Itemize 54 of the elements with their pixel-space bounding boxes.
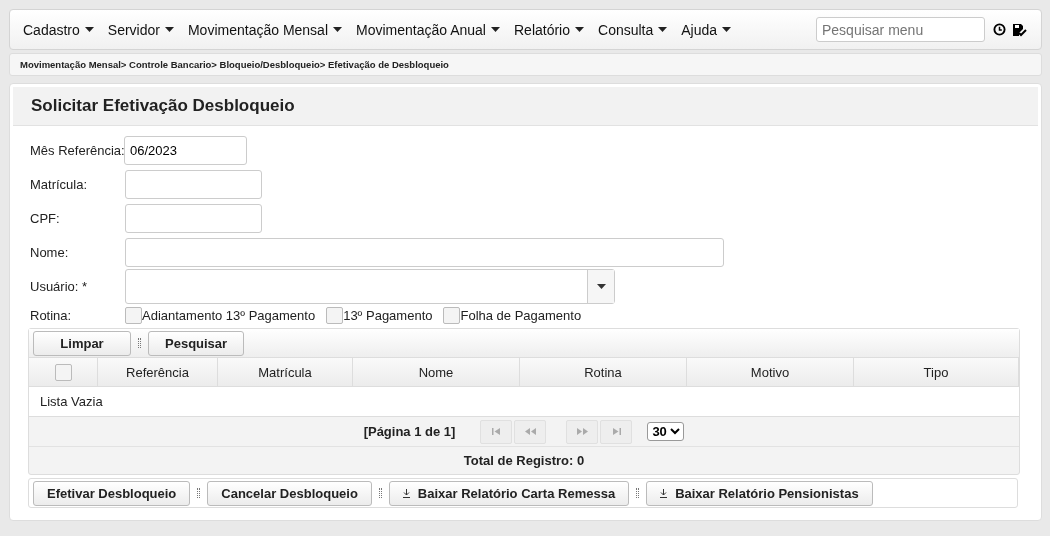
action-button[interactable]: Baixar Relatório Carta Remessa	[388, 480, 630, 506]
caret-icon	[333, 27, 342, 32]
checkbox[interactable]	[125, 306, 142, 324]
caret-icon	[84, 27, 94, 32]
caret-icon	[722, 27, 732, 32]
toolbar-button[interactable]: Pesquisar	[148, 330, 245, 356]
last-page-icon	[611, 428, 621, 435]
caret-icon	[596, 283, 606, 289]
action-button[interactable]: Cancelar Desbloqueio	[207, 480, 372, 506]
download-icon	[402, 488, 410, 498]
caret-icon	[491, 27, 500, 32]
checkbox-label: Adiantamento 13º Pagamento	[142, 307, 316, 323]
download-icon	[660, 488, 668, 498]
menu-item[interactable]: Relatório	[511, 21, 587, 38]
input-field[interactable]	[125, 203, 262, 233]
page-title: Solicitar Efetivação Desbloqueio	[31, 96, 295, 116]
menu-item[interactable]: Movimentação Anual	[353, 21, 503, 38]
menu-item[interactable]: Movimentação Mensal	[184, 21, 345, 38]
page-size-select[interactable]: 30	[647, 422, 685, 441]
record-total: Total de Registro: 0	[463, 453, 585, 468]
menu-item[interactable]: Cadastro	[20, 21, 97, 38]
action-button[interactable]: Baixar Relatório Pensionistas	[646, 480, 873, 506]
next-page-icon	[576, 428, 588, 435]
input-field[interactable]	[125, 237, 724, 267]
empty-message: Lista Vazia	[40, 394, 103, 409]
menu-item[interactable]: Consulta	[595, 21, 671, 38]
breadcrumb: Movimentação Mensal> Controle Bancario> Bloqueio/Desbloqueio> Efetivação de Desbloqueio	[20, 59, 449, 70]
page-indicator: [Página 1 de 1]	[363, 424, 456, 439]
menu-item[interactable]: Ajuda	[678, 21, 735, 38]
previous-page-icon	[524, 428, 536, 435]
checkbox[interactable]	[326, 306, 344, 324]
dropdown-field[interactable]	[125, 268, 615, 304]
search-field[interactable]: Pesquisar menu	[816, 17, 985, 42]
clock-icon[interactable]	[993, 23, 1006, 36]
select-all-checkbox[interactable]	[54, 363, 72, 381]
field-label: Usuário: *	[30, 278, 89, 294]
field-label: Matrícula:	[30, 176, 89, 192]
caret-icon	[575, 27, 584, 32]
field-label: Rotina:	[30, 307, 73, 323]
action-button[interactable]: Efetivar Desbloqueio	[33, 480, 191, 506]
first-page-icon	[491, 428, 501, 435]
field-label: CPF:	[30, 210, 61, 226]
save-check-icon[interactable]	[1012, 22, 1027, 37]
toolbar-button[interactable]: Limpar	[33, 330, 131, 356]
input-field[interactable]: 06/2023	[124, 135, 247, 165]
caret-icon	[164, 27, 174, 32]
input-field[interactable]	[125, 169, 262, 199]
menu-item[interactable]: Servidor	[104, 21, 177, 38]
caret-icon	[658, 27, 668, 32]
field-label: Nome:	[30, 244, 70, 260]
checkbox[interactable]	[443, 306, 461, 324]
checkbox-label: Folha de Pagamento	[460, 307, 582, 323]
checkbox-label: 13º Pagamento	[343, 307, 433, 323]
field-label: Mês Referência:	[30, 142, 125, 158]
